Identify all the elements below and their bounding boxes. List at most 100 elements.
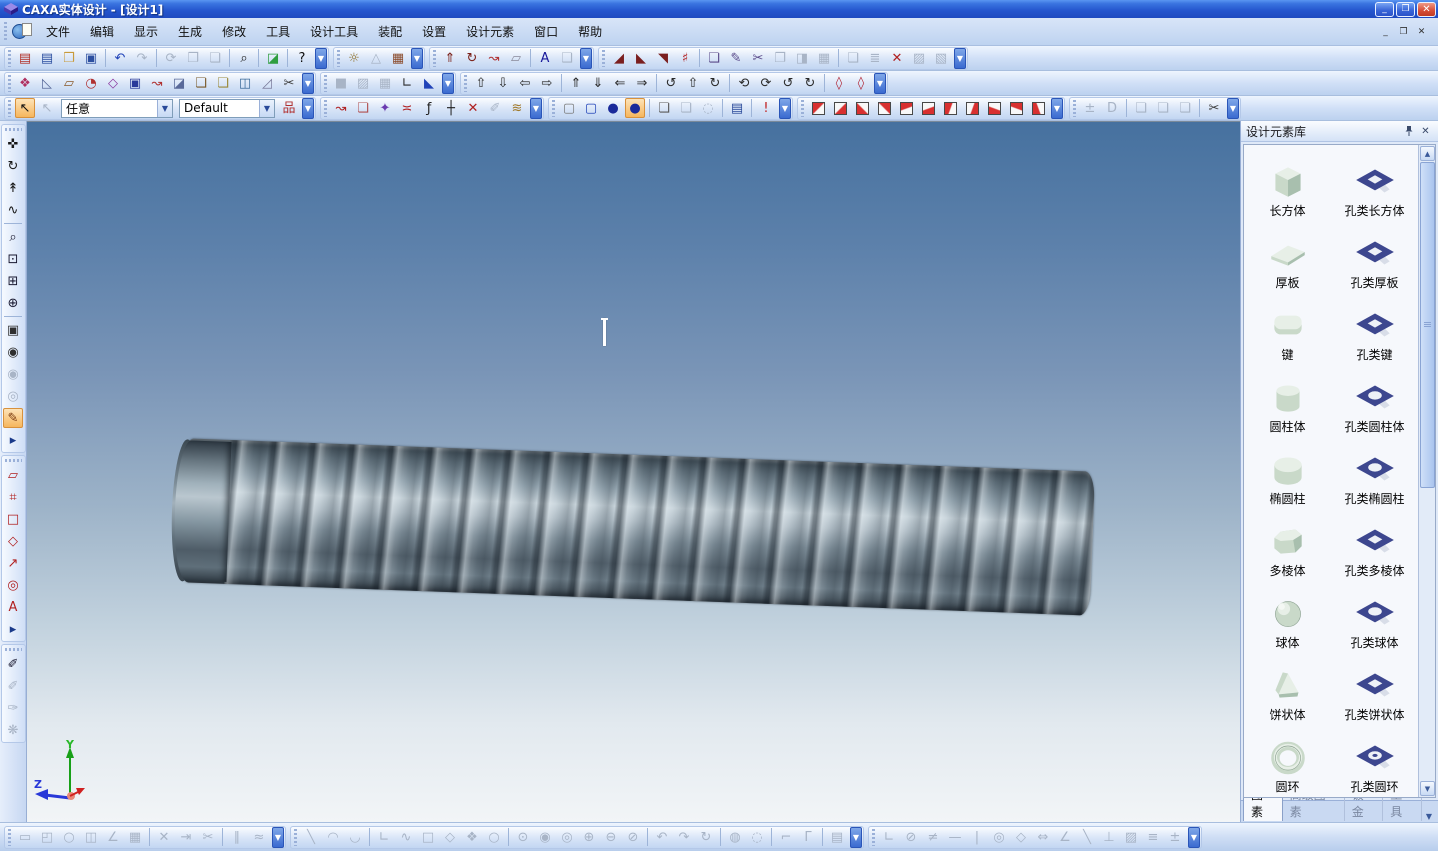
menu-item-0[interactable]: 文件 xyxy=(36,21,80,43)
equation-icon[interactable]: ƒ xyxy=(419,98,439,118)
zoom-window-icon[interactable]: ⊡ xyxy=(3,249,23,269)
view-axo-2-icon[interactable] xyxy=(1006,98,1026,118)
menu-item-7[interactable]: 装配 xyxy=(368,21,412,43)
rotate-up-icon[interactable]: ⇑ xyxy=(566,73,586,93)
view-bottom-icon[interactable] xyxy=(918,98,938,118)
pin-icon[interactable] xyxy=(1401,124,1416,138)
scroll-down-icon[interactable]: ▼ xyxy=(1420,781,1435,796)
sketch-move-icon[interactable]: ▭ xyxy=(15,827,35,847)
toolbar-overflow-chevron[interactable]: ▼ xyxy=(1188,826,1200,848)
edit-sketch-icon[interactable]: ▱ xyxy=(3,465,23,485)
panel-scrollbar[interactable]: ▲ ▼ xyxy=(1418,145,1435,797)
coincident-constraint-icon[interactable]: ◇ xyxy=(1011,827,1031,847)
shade-with-edges-icon[interactable]: ● xyxy=(625,98,645,118)
extrude-tool-icon[interactable]: ⇑ xyxy=(440,48,460,68)
smart-surface-icon[interactable]: ▱ xyxy=(59,73,79,93)
sketch-arrow-icon[interactable]: ↗ xyxy=(3,553,23,573)
symmetry-constraint-icon[interactable]: ≡ xyxy=(1143,827,1163,847)
view-back-icon[interactable] xyxy=(830,98,850,118)
zoom-icon[interactable]: ⌕ xyxy=(3,227,23,247)
view-right-icon[interactable] xyxy=(874,98,894,118)
toolbar-overflow-chevron[interactable]: ▼ xyxy=(272,826,284,848)
delete-feature-icon[interactable]: ✕ xyxy=(887,48,907,68)
circle-2pt-icon[interactable]: ◉ xyxy=(535,827,555,847)
menu-item-3[interactable]: 生成 xyxy=(168,21,212,43)
library-feature-icon[interactable]: ▨ xyxy=(909,48,929,68)
equal-constraint-icon[interactable]: ⇔ xyxy=(1033,827,1053,847)
render-output-icon[interactable]: ▦ xyxy=(388,48,408,68)
library-item-hole-ellipse-cylinder[interactable]: 孔类椭圆柱 xyxy=(1331,437,1418,509)
circle-tool-icon[interactable]: ○ xyxy=(484,827,504,847)
library-item-pie[interactable]: 饼状体 xyxy=(1244,653,1331,725)
toolbar-overflow-chevron[interactable]: ▼ xyxy=(530,97,542,119)
toolbar-grip[interactable] xyxy=(4,459,22,462)
polygon-tool-icon[interactable]: ❖ xyxy=(462,827,482,847)
mirror-feature-icon[interactable]: ◨ xyxy=(792,48,812,68)
trim-icon[interactable]: ✕ xyxy=(154,827,174,847)
menu-item-11[interactable]: 帮助 xyxy=(568,21,612,43)
toolbar-overflow-chevron[interactable]: ▼ xyxy=(302,97,314,119)
remove-constraint-icon[interactable]: ✕ xyxy=(463,98,483,118)
sketch-project-icon[interactable]: ∠ xyxy=(103,827,123,847)
ghost-cylinder-icon[interactable]: ◌ xyxy=(698,98,718,118)
fillet-tool-icon[interactable]: ⌐ xyxy=(776,827,796,847)
scroll-up-icon[interactable]: ▲ xyxy=(1420,146,1435,161)
library-item-hole-torus[interactable]: 孔类圆环 xyxy=(1331,725,1418,797)
library-item-hole-key[interactable]: 孔类键 xyxy=(1331,293,1418,365)
loft-tool-icon[interactable]: ▱ xyxy=(506,48,526,68)
toolbar-grip[interactable] xyxy=(8,828,11,846)
toolbar-overflow-chevron[interactable]: ▼ xyxy=(315,47,327,69)
sketch-rect-icon[interactable]: □ xyxy=(3,509,23,529)
toolbar-grip[interactable] xyxy=(324,99,327,117)
section-tool-icon[interactable]: ◪ xyxy=(169,73,189,93)
camera-lock-icon[interactable]: ◉ xyxy=(3,364,23,384)
wireframe-view-icon[interactable]: ▢ xyxy=(559,98,579,118)
library-item-sphere[interactable]: 球体 xyxy=(1244,581,1331,653)
toolbar-grip[interactable] xyxy=(8,49,11,67)
constraint-dim-icon[interactable]: ┼ xyxy=(441,98,461,118)
camera-rotate-icon[interactable]: ◉ xyxy=(3,342,23,362)
orbit-view-icon[interactable]: ↻ xyxy=(3,156,23,176)
chamfer-tool-icon[interactable]: Γ xyxy=(798,827,818,847)
toolbar-grip[interactable] xyxy=(464,74,467,92)
vertical-constraint-icon[interactable]: | xyxy=(967,827,987,847)
sketch-poly-icon[interactable]: ◇ xyxy=(3,531,23,551)
new-document-icon[interactable]: ▤ xyxy=(37,48,57,68)
level-constraint-icon[interactable]: ± xyxy=(1165,827,1185,847)
note-2-icon[interactable]: ❏ xyxy=(1153,98,1173,118)
sketch-text-icon[interactable]: A xyxy=(3,597,23,617)
delete-segment-icon[interactable]: ✂ xyxy=(198,827,218,847)
light-front-icon[interactable]: ◊ xyxy=(829,73,849,93)
paper-cube-icon[interactable]: ❏ xyxy=(654,98,674,118)
find-icon[interactable]: ⌕ xyxy=(234,48,254,68)
circle-radius-icon[interactable]: ⊖ xyxy=(601,827,621,847)
new-part-icon[interactable]: ▤ xyxy=(15,48,35,68)
sketch-mirror-icon[interactable]: ◫ xyxy=(81,827,101,847)
corner-plane-icon[interactable]: ◣ xyxy=(419,73,439,93)
pan-up-icon[interactable]: ⇧ xyxy=(471,73,491,93)
arc-3pt-icon[interactable]: ↻ xyxy=(696,827,716,847)
rotate-right-icon[interactable]: ⇒ xyxy=(632,73,652,93)
smart-eraser-icon[interactable]: ◺ xyxy=(37,73,57,93)
scene-light-icon[interactable]: ☼ xyxy=(344,48,364,68)
hidden-wire-view-icon[interactable]: ▢ xyxy=(581,98,601,118)
midpoint-constraint-icon[interactable]: ⊥ xyxy=(1099,827,1119,847)
chevron-down-icon[interactable]: ▼ xyxy=(157,99,172,117)
sweep-body-icon[interactable]: ◿ xyxy=(257,73,277,93)
fly-mode-icon[interactable]: ↟ xyxy=(3,178,23,198)
library-item-ellipse-cylinder[interactable]: 椭圆柱 xyxy=(1244,437,1331,509)
toolbar-overflow-chevron[interactable]: ▼ xyxy=(954,47,966,69)
toolbar-grip[interactable] xyxy=(324,74,327,92)
light-back-icon[interactable]: ◊ xyxy=(851,73,871,93)
spray-icon[interactable]: ❋ xyxy=(3,720,23,740)
view-iso-front-icon[interactable] xyxy=(940,98,960,118)
sketch-scale-icon[interactable]: ◰ xyxy=(37,827,57,847)
view-axo-1-icon[interactable] xyxy=(984,98,1004,118)
toolbar-overflow-chevron[interactable]: ▼ xyxy=(1227,97,1239,119)
sheet-metal-tool-icon[interactable]: ❑ xyxy=(557,48,577,68)
menu-item-6[interactable]: 设计工具 xyxy=(300,21,368,43)
note-3-icon[interactable]: ❏ xyxy=(1175,98,1195,118)
revolve-tool-icon[interactable]: ↻ xyxy=(462,48,482,68)
chevron-down-icon[interactable]: ▼ xyxy=(259,99,274,117)
menu-item-1[interactable]: 编辑 xyxy=(80,21,124,43)
